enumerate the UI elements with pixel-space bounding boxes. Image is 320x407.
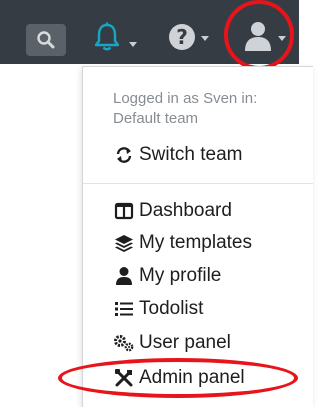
chevron-down-icon	[201, 36, 209, 41]
menu-item-label: User panel	[139, 332, 231, 353]
menu-item-dashboard[interactable]: Dashboard	[113, 197, 232, 225]
tools-icon	[113, 367, 135, 389]
logged-in-team: Default team	[113, 110, 199, 127]
logged-in-user: Logged in as Sven in:	[113, 90, 258, 107]
menu-item-todolist[interactable]: Todolist	[113, 295, 203, 323]
help-button[interactable]: ?	[163, 22, 215, 58]
columns-icon	[113, 200, 135, 222]
cogs-icon	[113, 332, 135, 354]
menu-item-user-panel[interactable]: User panel	[113, 329, 231, 357]
notifications-button[interactable]	[93, 22, 143, 58]
menu-item-label: Dashboard	[139, 200, 232, 221]
user-icon	[245, 22, 271, 51]
exchange-icon	[113, 144, 135, 166]
menu-item-label: Admin panel	[139, 367, 245, 388]
menu-item-label: My templates	[139, 232, 252, 253]
bell-icon	[94, 22, 120, 51]
chevron-down-icon	[278, 36, 286, 41]
search-icon	[37, 31, 55, 49]
search-button[interactable]	[26, 24, 66, 56]
menu-item-label: My profile	[139, 265, 222, 286]
help-icon: ?	[169, 24, 195, 50]
list-icon	[113, 298, 135, 320]
top-navbar: ?	[0, 0, 299, 64]
switch-team-item[interactable]: Switch team	[113, 141, 242, 169]
switch-team-label: Switch team	[139, 144, 243, 165]
user-icon	[113, 265, 135, 287]
logged-in-info: Logged in as Sven in: Default team	[113, 89, 303, 129]
menu-item-admin-panel[interactable]: Admin panel	[113, 364, 245, 392]
menu-item-my-templates[interactable]: My templates	[113, 229, 252, 257]
menu-divider	[83, 183, 313, 184]
chevron-down-icon	[129, 42, 137, 47]
user-menu-button[interactable]	[238, 16, 294, 60]
user-dropdown-menu: Logged in as Sven in: Default team Switc…	[82, 66, 313, 407]
layers-icon	[113, 232, 135, 254]
menu-item-label: Todolist	[139, 298, 204, 319]
menu-item-my-profile[interactable]: My profile	[113, 262, 221, 290]
